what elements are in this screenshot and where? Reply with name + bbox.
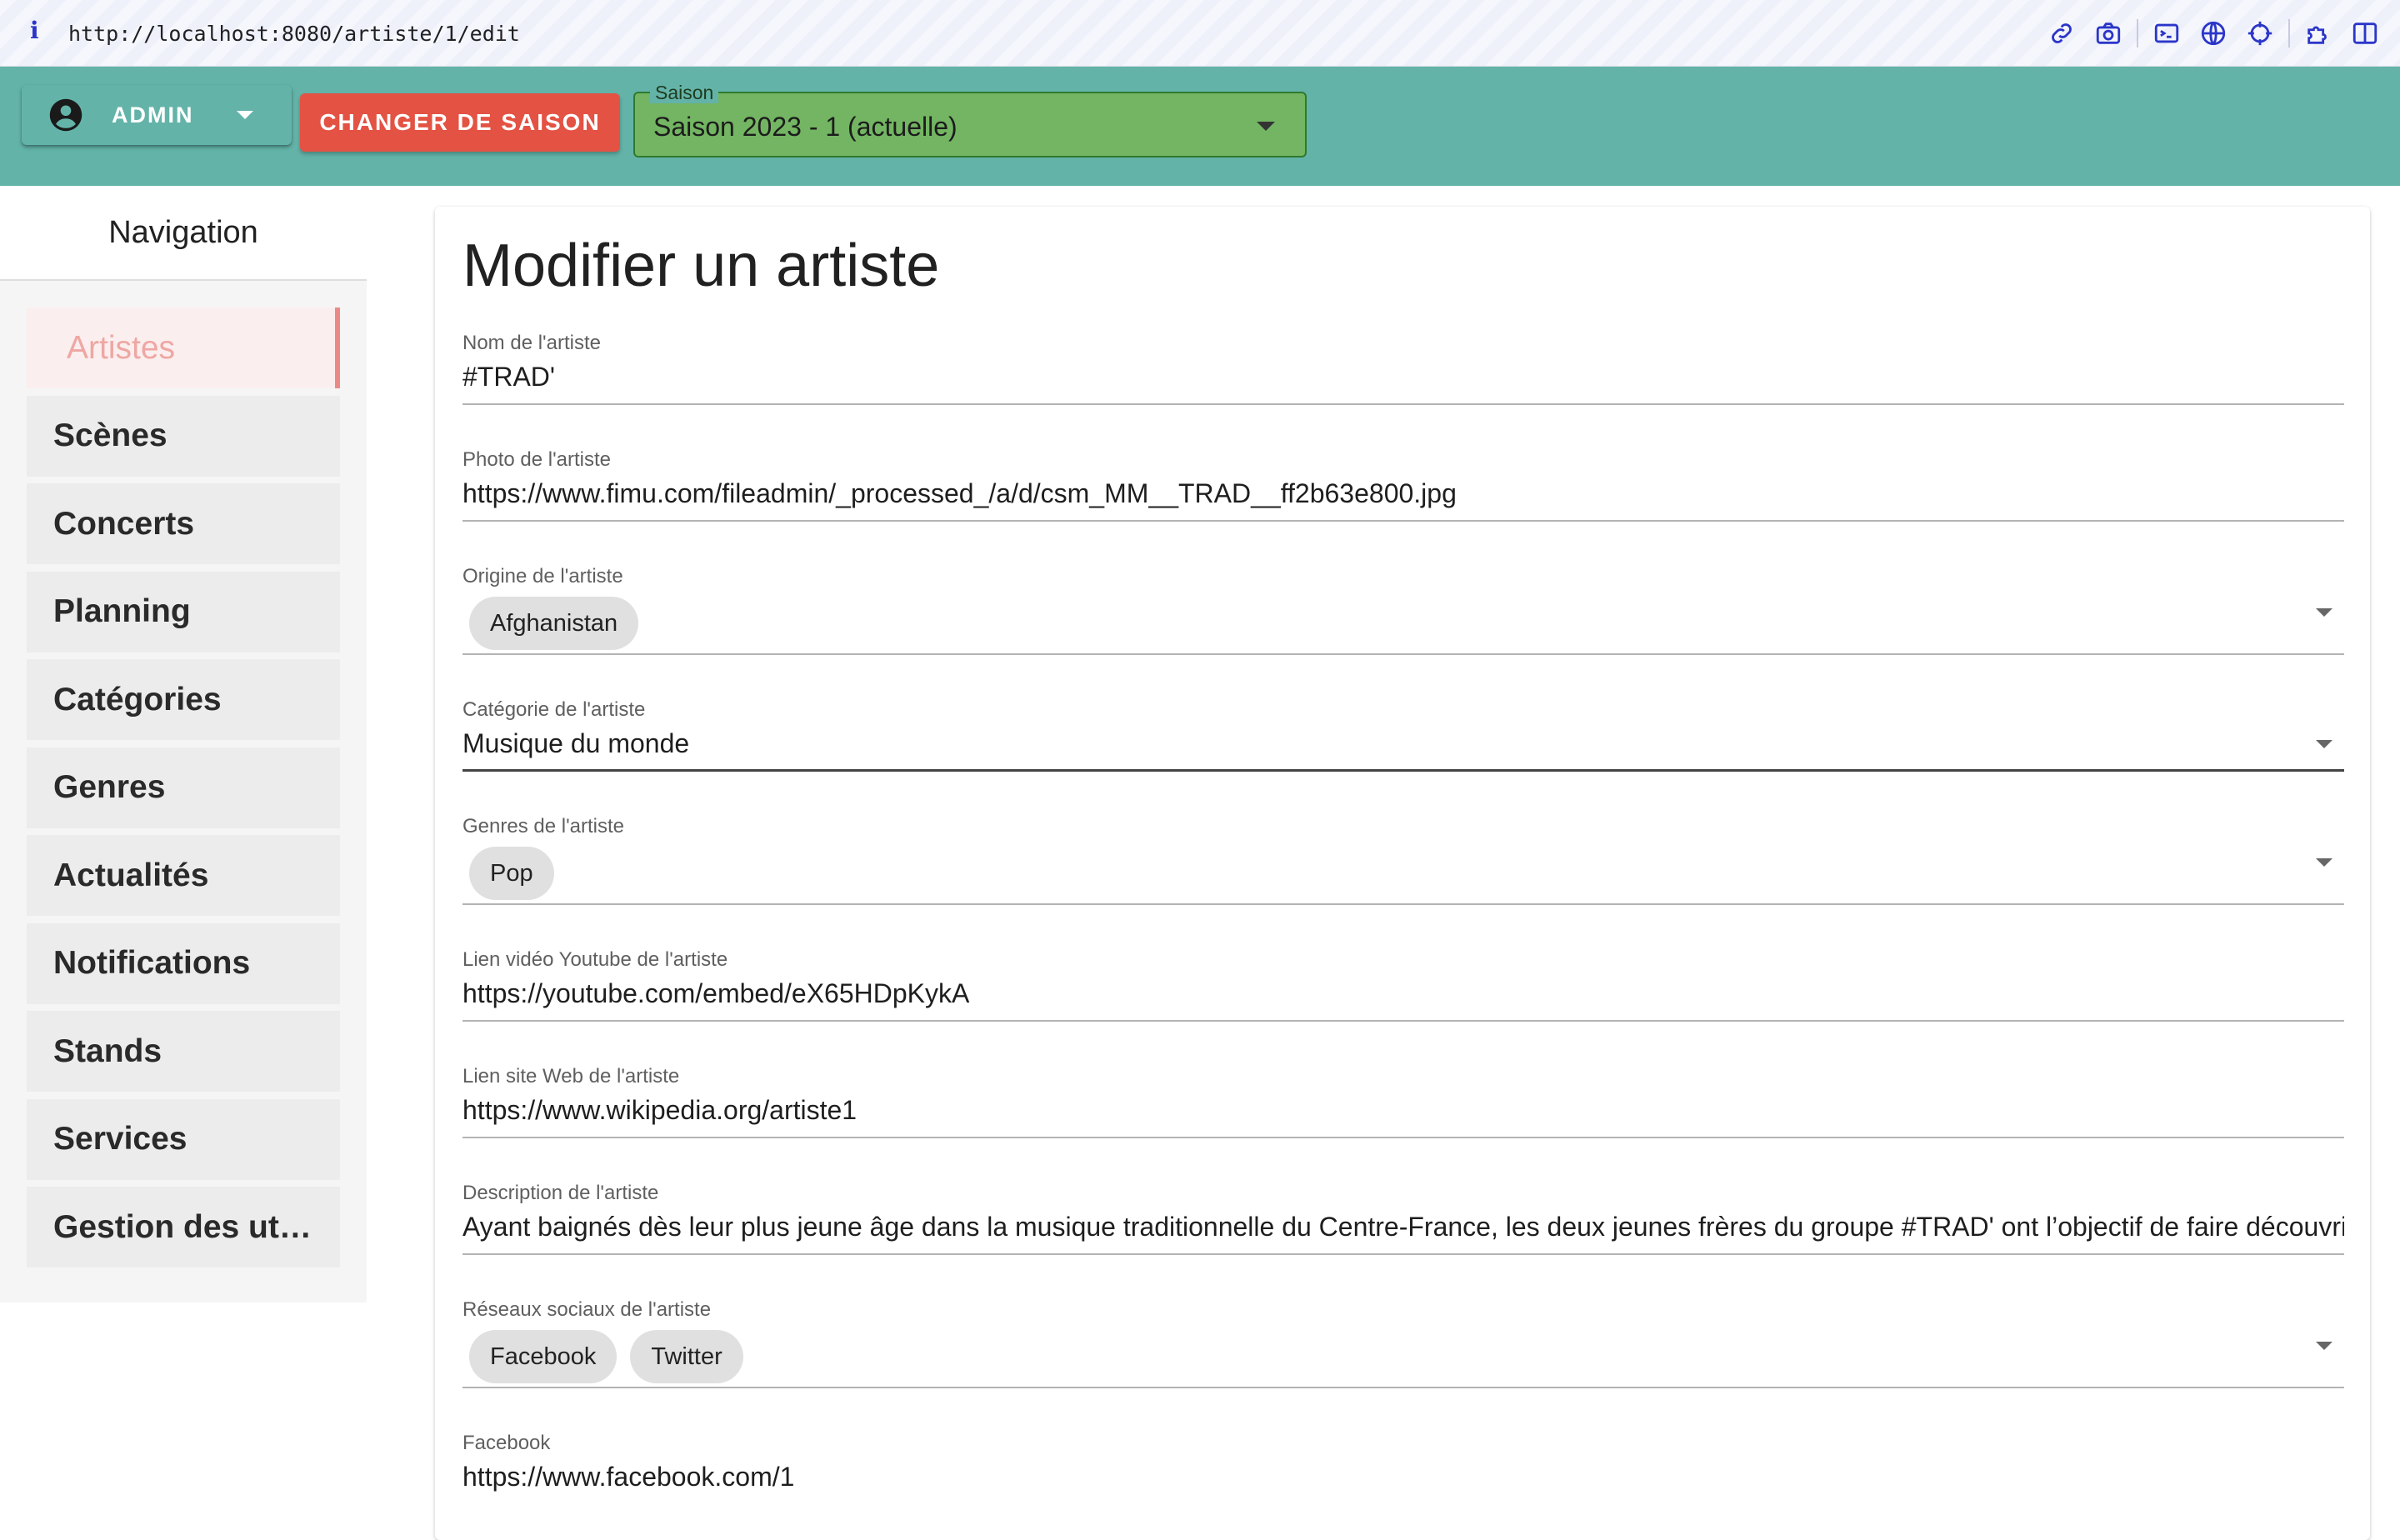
artist-genres-select[interactable]: Genres de l'artiste Pop — [462, 815, 2344, 905]
artist-photo-input[interactable]: https://www.fimu.com/fileadmin/_processe… — [462, 478, 2344, 509]
split-view-icon[interactable] — [2342, 15, 2388, 52]
sidebar-item-label: Concerts — [53, 505, 195, 542]
chip-facebook[interactable]: Facebook — [469, 1330, 618, 1383]
field-underline — [462, 903, 2344, 905]
field-underline — [462, 1137, 2344, 1138]
url-text[interactable]: http://localhost:8080/artiste/1/edit — [68, 22, 520, 46]
season-select[interactable]: Saison Saison 2023 - 1 (actuelle) — [633, 82, 1307, 158]
field-underline — [462, 1020, 2344, 1022]
account-circle-icon — [49, 98, 82, 132]
artist-description-field[interactable]: Description de l'artiste Ayant baignés d… — [462, 1182, 2344, 1255]
globe-icon[interactable] — [2190, 15, 2237, 52]
field-label: Réseaux sociaux de l'artiste — [462, 1298, 712, 1321]
artist-facebook-field[interactable]: Facebook https://www.facebook.com/1 — [462, 1432, 2344, 1492]
artist-category-select[interactable]: Catégorie de l'artiste Musique du monde — [462, 698, 2344, 772]
field-label: Lien site Web de l'artiste — [462, 1065, 680, 1088]
sidebar-item-scenes[interactable]: Scènes — [27, 395, 340, 477]
dropdown-arrow-icon[interactable] — [2316, 1342, 2332, 1350]
sidebar-item-label: Actualités — [53, 857, 209, 893]
sidebar-item-stands[interactable]: Stands — [27, 1011, 340, 1092]
field-underline — [462, 1253, 2344, 1255]
user-menu-label: ADMIN — [112, 102, 194, 128]
sidebar-item-label: Genres — [53, 769, 166, 805]
artist-name-input[interactable]: #TRAD' — [462, 362, 2344, 392]
artist-website-input[interactable]: https://www.wikipedia.org/artiste1 — [462, 1095, 2344, 1126]
link-icon[interactable] — [2038, 15, 2085, 52]
field-label: Description de l'artiste — [462, 1182, 659, 1204]
camera-icon[interactable] — [2085, 15, 2132, 52]
chevron-down-icon — [237, 111, 253, 119]
artist-youtube-field[interactable]: Lien vidéo Youtube de l'artiste https://… — [462, 948, 2344, 1022]
terminal-icon[interactable] — [2143, 15, 2190, 52]
field-label: Photo de l'artiste — [462, 448, 612, 471]
user-menu-button[interactable]: ADMIN — [22, 85, 292, 145]
artist-photo-field[interactable]: Photo de l'artiste https://www.fimu.com/… — [462, 448, 2344, 522]
change-season-button[interactable]: CHANGER DE SAISON — [300, 93, 620, 152]
artist-category-value[interactable]: Musique du monde — [462, 728, 2344, 759]
artist-youtube-input[interactable]: https://youtube.com/embed/eX65HDpKykA — [462, 978, 2344, 1009]
artist-name-field[interactable]: Nom de l'artiste #TRAD' — [462, 332, 2344, 405]
site-info-icon[interactable]: i — [30, 17, 39, 44]
sidebar-title: Navigation — [0, 186, 367, 281]
sidebar-item-categories[interactable]: Catégories — [27, 659, 340, 740]
dropdown-arrow-icon — [1257, 122, 1275, 131]
dropdown-arrow-icon[interactable] — [2316, 740, 2332, 748]
sidebar-item-genres[interactable]: Genres — [27, 747, 340, 828]
field-underline — [462, 1387, 2344, 1388]
field-label: Lien vidéo Youtube de l'artiste — [462, 948, 728, 971]
edit-artist-card: Modifier un artiste Nom de l'artiste #TR… — [435, 207, 2370, 1540]
sidebar-item-services[interactable]: Services — [27, 1098, 340, 1180]
origin-chips: Afghanistan — [469, 597, 2344, 650]
artist-origin-select[interactable]: Origine de l'artiste Afghanistan — [462, 565, 2344, 655]
sidebar-item-label: Stands — [53, 1032, 162, 1069]
browser-toolbar — [2038, 15, 2388, 52]
chip-twitter[interactable]: Twitter — [630, 1330, 743, 1383]
field-label: Genres de l'artiste — [462, 815, 625, 838]
page-title: Modifier un artiste — [462, 232, 940, 299]
field-label: Nom de l'artiste — [462, 332, 601, 354]
chip-afghanistan[interactable]: Afghanistan — [469, 597, 639, 650]
sidebar-item-notifications[interactable]: Notifications — [27, 922, 340, 1004]
sidebar-item-label: Planning — [53, 593, 191, 629]
sidebar: Navigation Artistes Scènes Concerts Plan… — [0, 186, 367, 1302]
season-select-label: Saison — [650, 82, 719, 103]
season-select-value: Saison 2023 - 1 (actuelle) — [653, 112, 958, 142]
artist-website-field[interactable]: Lien site Web de l'artiste https://www.w… — [462, 1065, 2344, 1138]
chip-pop[interactable]: Pop — [469, 847, 554, 900]
sidebar-item-label: Gestion des uti... — [53, 1208, 312, 1245]
sidebar-item-concerts[interactable]: Concerts — [27, 483, 340, 564]
toolbar-divider — [2137, 19, 2138, 48]
field-label: Facebook — [462, 1432, 551, 1454]
social-chips: Facebook Twitter — [469, 1330, 2344, 1383]
field-underline — [462, 653, 2344, 655]
sidebar-item-actualites[interactable]: Actualités — [27, 835, 340, 916]
artist-description-input[interactable]: Ayant baignés dès leur plus jeune âge da… — [462, 1212, 2344, 1242]
field-underline — [462, 403, 2344, 405]
extension-icon[interactable] — [2295, 15, 2342, 52]
sidebar-item-planning[interactable]: Planning — [27, 571, 340, 652]
dropdown-arrow-icon[interactable] — [2316, 608, 2332, 617]
sidebar-item-label: Artistes — [67, 329, 176, 366]
sidebar-item-label: Catégories — [53, 681, 222, 718]
field-label: Catégorie de l'artiste — [462, 698, 646, 721]
sidebar-item-users[interactable]: Gestion des uti... — [27, 1187, 340, 1268]
field-underline — [462, 520, 2344, 522]
artist-facebook-input[interactable]: https://www.facebook.com/1 — [462, 1462, 2344, 1492]
toolbar-divider — [2288, 19, 2290, 48]
sidebar-nav: Artistes Scènes Concerts Planning Catégo… — [27, 308, 340, 1275]
browser-address-bar: i http://localhost:8080/artiste/1/edit — [0, 0, 2400, 67]
sidebar-item-label: Notifications — [53, 945, 251, 981]
dropdown-arrow-icon[interactable] — [2316, 858, 2332, 867]
sidebar-item-artistes[interactable]: Artistes — [27, 308, 340, 388]
genre-chips: Pop — [469, 847, 2344, 900]
crosshair-icon[interactable] — [2237, 15, 2283, 52]
app-header: ADMIN CHANGER DE SAISON Saison Saison 20… — [0, 67, 2400, 186]
field-label: Origine de l'artiste — [462, 565, 623, 588]
field-underline — [462, 769, 2344, 772]
sidebar-item-label: Scènes — [53, 418, 168, 453]
artist-socials-select[interactable]: Réseaux sociaux de l'artiste Facebook Tw… — [462, 1298, 2344, 1388]
sidebar-item-label: Services — [53, 1121, 188, 1157]
